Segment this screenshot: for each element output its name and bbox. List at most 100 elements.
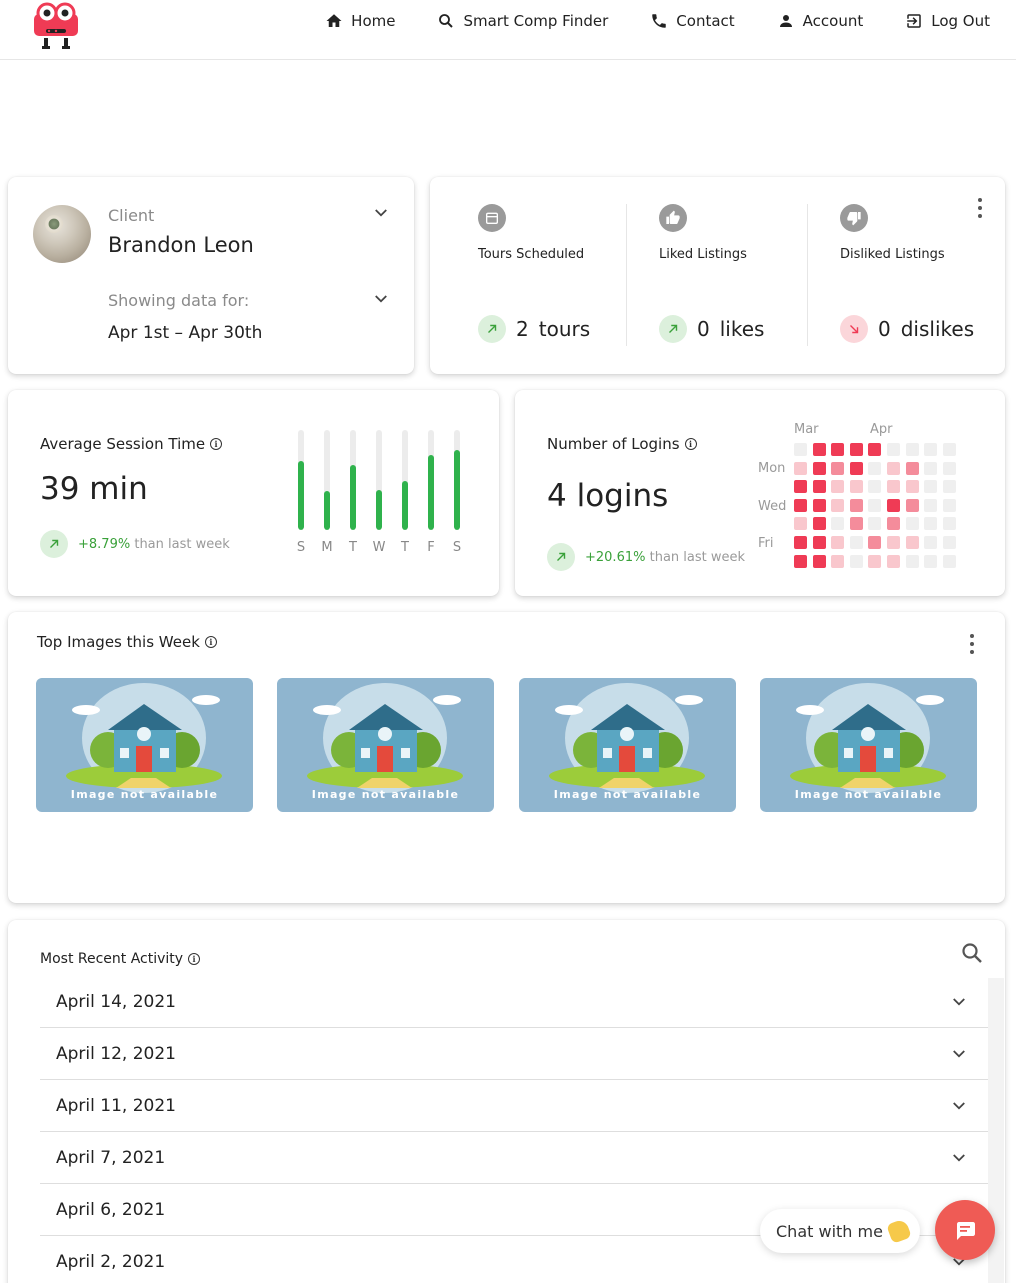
nav-log-out[interactable]: Log Out <box>905 12 990 30</box>
heatmap-cell <box>924 498 938 512</box>
activity-title: Most Recent Activity <box>40 951 184 967</box>
chat-with-me-button[interactable]: Chat with me <box>760 1209 920 1253</box>
stat-tours-value-row: 2 tours <box>478 315 590 343</box>
date-range-chevron-down-icon[interactable] <box>372 290 390 308</box>
chevron-down-icon <box>953 1049 965 1058</box>
activity-title-row: Most Recent Activity i <box>40 951 201 967</box>
stat-tours-label: Tours Scheduled <box>478 247 585 262</box>
heatmap-cell <box>942 443 956 456</box>
heatmap-cell <box>794 536 807 549</box>
chat-open-button[interactable] <box>935 1200 995 1260</box>
session-title-row: Average Session Time i <box>40 435 223 453</box>
activity-row[interactable]: April 14, 2021 <box>40 976 988 1028</box>
heatmap-cell <box>887 480 900 494</box>
image-tile[interactable]: Image not available <box>277 678 494 812</box>
listing-stats-card: Tours Scheduled 2 tours Liked Listings 0… <box>430 177 1005 374</box>
stat-dislikes-unit: dislikes <box>900 317 975 341</box>
chevron-down-icon <box>953 997 965 1006</box>
image-caption: Image not available <box>311 788 460 801</box>
avatar <box>33 205 91 263</box>
heatmap-cell <box>924 480 938 494</box>
heatmap-cell <box>868 480 882 494</box>
activity-date: April 14, 2021 <box>56 991 176 1012</box>
heatmap-cell <box>868 443 882 456</box>
heatmap-cell <box>942 554 956 568</box>
heatmap-cell <box>942 480 956 494</box>
heatmap-cell <box>924 554 938 568</box>
session-bar <box>376 490 382 530</box>
heatmap-cell <box>905 498 919 512</box>
activity-row[interactable]: April 11, 2021 <box>40 1080 988 1132</box>
chat-label: Chat with me <box>776 1221 883 1241</box>
heatmap-cell <box>849 498 863 512</box>
info-icon[interactable]: i <box>210 438 223 450</box>
image-tile[interactable]: Image not available <box>36 678 253 812</box>
activity-search-icon[interactable] <box>960 941 984 965</box>
heatmap-cell <box>812 443 826 456</box>
session-bar-track <box>402 430 408 530</box>
heatmap-cell <box>794 498 807 512</box>
heatmap-cell <box>831 498 845 512</box>
stat-tours: Tours Scheduled 2 tours <box>430 177 610 374</box>
activity-row[interactable]: April 7, 2021 <box>40 1132 988 1184</box>
top-images-title-row: Top Images this Week i <box>37 633 217 651</box>
heatmap-cell <box>831 480 845 494</box>
heatmap-cell <box>905 517 919 531</box>
heatmap-cell <box>887 461 900 475</box>
client-chevron-down-icon[interactable] <box>372 204 390 222</box>
heatmap-cell <box>831 461 845 475</box>
heatmap-cell <box>924 536 938 549</box>
session-bar <box>454 450 460 530</box>
heatmap-cell <box>812 517 826 531</box>
heatmap-cell <box>942 536 956 549</box>
trend-up-icon <box>547 543 575 571</box>
logins-delta-row: +20.61% than last week <box>547 543 745 571</box>
nav-account[interactable]: Account <box>777 12 863 30</box>
stat-likes-unit: likes <box>719 317 765 341</box>
heatmap-cell <box>868 536 882 549</box>
robot-logo-icon[interactable] <box>30 0 82 52</box>
info-icon[interactable]: i <box>188 953 201 965</box>
session-day-labels: SMTWTFS <box>286 540 466 558</box>
info-icon[interactable]: i <box>684 438 697 450</box>
nav-contact[interactable]: Contact <box>650 12 735 30</box>
person-icon <box>779 15 792 27</box>
trend-up-icon <box>659 315 687 343</box>
session-day-label: T <box>349 540 357 555</box>
heatmap-cell <box>905 443 919 456</box>
activity-date: April 2, 2021 <box>56 1251 166 1272</box>
info-icon[interactable]: i <box>204 636 217 648</box>
day-label-fri: Fri <box>758 536 774 551</box>
heatmap-cell <box>887 517 900 531</box>
stat-dislikes-label: Disliked Listings <box>840 247 945 262</box>
heatmap-cell <box>887 498 900 512</box>
logins-card: Number of Logins i 4 logins +20.61% than… <box>515 390 1005 596</box>
nav-home-label: Home <box>351 12 396 30</box>
activity-row[interactable]: April 12, 2021 <box>40 1028 988 1080</box>
heatmap-cell <box>812 498 826 512</box>
heatmap-cell <box>849 517 863 531</box>
heatmap-cell <box>905 461 919 475</box>
thumbs-down-icon <box>840 204 868 232</box>
image-tile[interactable]: Image not available <box>519 678 736 812</box>
heatmap-cell <box>905 536 919 549</box>
heatmap-cell <box>812 461 826 475</box>
nav-home[interactable]: Home <box>325 12 395 30</box>
heatmap-cell <box>794 480 807 494</box>
session-title: Average Session Time <box>40 435 206 453</box>
image-tile[interactable]: Image not available <box>760 678 977 812</box>
session-bar-track <box>298 430 304 530</box>
nav-smart-comp-finder[interactable]: Smart Comp Finder <box>437 12 608 30</box>
activity-date: April 11, 2021 <box>56 1095 176 1116</box>
stat-likes: Liked Listings 0 likes <box>611 177 791 374</box>
top-images-more-options-icon[interactable] <box>969 634 975 654</box>
session-bar-chart <box>290 430 460 530</box>
session-delta-row: +8.79% than last week <box>40 530 230 558</box>
nav-smart-comp-finder-label: Smart Comp Finder <box>463 12 609 30</box>
heatmap-cell <box>849 480 863 494</box>
stats-more-options-icon[interactable] <box>977 198 983 218</box>
heatmap-cell <box>849 443 863 456</box>
trend-down-icon <box>840 315 868 343</box>
heatmap-cell <box>849 554 863 568</box>
day-label-wed: Wed <box>758 499 787 514</box>
